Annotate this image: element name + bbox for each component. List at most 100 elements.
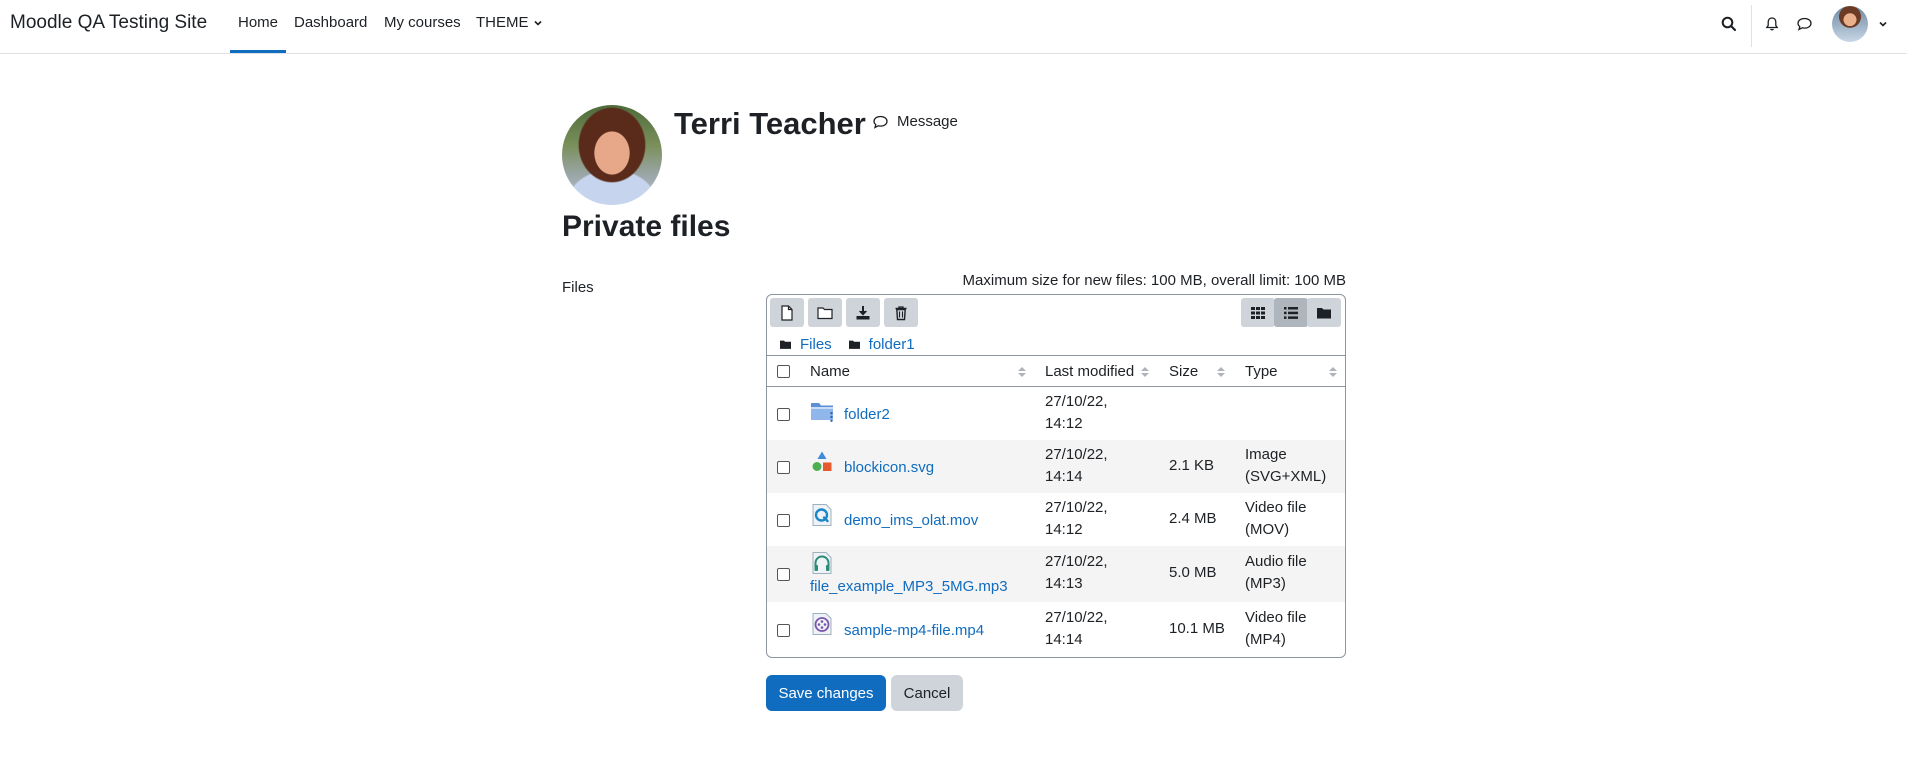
row-checkbox[interactable] [777,408,790,421]
cancel-button[interactable]: Cancel [891,675,963,711]
table-row[interactable]: folder2 27/10/22, 14:12 [767,387,1345,440]
column-size[interactable]: Size [1169,363,1198,380]
column-name[interactable]: Name [810,363,850,380]
column-type[interactable]: Type [1245,363,1278,380]
file-type: Video file (MP4) [1245,607,1306,651]
nav-theme-label: THEME [476,14,529,31]
row-checkbox[interactable] [777,461,790,474]
table-row[interactable]: blockicon.svg 27/10/22, 14:14 2.1 KB Ima… [767,440,1345,493]
view-icons-button[interactable] [1241,298,1275,327]
file-type-line2: (MP3) [1245,575,1286,592]
bell-icon[interactable] [1762,14,1782,34]
modified-time: 14:12 [1045,415,1083,432]
headphones-icon [812,552,832,574]
navbar: Moodle QA Testing Site Home Dashboard My… [0,0,1907,54]
folder-icon [848,340,860,349]
modified-date: 27/10/22, [1045,553,1108,570]
nav-home[interactable]: Home [238,14,278,31]
user-avatar[interactable] [1832,6,1868,42]
file-type-line2: (MP4) [1245,631,1286,648]
create-folder-button[interactable] [808,298,842,327]
modified-time: 14:14 [1045,468,1083,485]
view-list-button[interactable] [1274,298,1308,327]
row-checkbox[interactable] [777,624,790,637]
chat-icon [873,115,888,129]
chevron-down-icon[interactable] [1873,14,1893,34]
folder-icon [780,340,791,349]
message-button[interactable]: Message [872,113,958,130]
max-size-info: Maximum size for new files: 100 MB, over… [962,272,1346,289]
quicktime-icon [812,504,832,526]
folder-icon [811,403,833,422]
modified-date: 27/10/22, [1045,499,1108,516]
modified-date: 27/10/22, [1045,393,1108,410]
nav-divider [1751,5,1752,47]
delete-icon [895,305,907,320]
modified-time: 14:14 [1045,631,1083,648]
file-type: Video file (MOV) [1245,497,1306,541]
last-modified: 27/10/22, 14:14 [1045,444,1108,488]
breadcrumb-folder1[interactable]: folder1 [869,336,915,353]
view-tree-button[interactable] [1307,298,1341,327]
file-type: Audio file (MP3) [1245,551,1307,595]
column-last-modified[interactable]: Last modified [1045,363,1134,380]
last-modified: 27/10/22, 14:12 [1045,497,1108,541]
message-label: Message [897,113,958,130]
page-title: Private files [562,210,731,243]
sort-icon[interactable] [1329,367,1337,379]
create-folder-icon [817,306,833,319]
sort-icon[interactable] [1141,367,1149,379]
file-name-link[interactable]: folder2 [844,404,890,426]
file-name-link[interactable]: sample-mp4-file.mp4 [844,620,984,642]
file-type: Image (SVG+XML) [1245,444,1326,488]
tree-view-icon [1317,307,1331,318]
chevron-down-icon [533,20,542,26]
last-modified: 27/10/22, 14:14 [1045,607,1108,651]
last-modified: 27/10/22, 14:13 [1045,551,1108,595]
select-all-checkbox[interactable] [777,365,790,378]
profile-name: Terri Teacher [674,106,866,141]
image-shapes-icon [812,451,832,471]
sort-icon[interactable] [1018,367,1026,379]
nav-theme-dropdown[interactable]: THEME [476,14,543,31]
file-size: 2.1 KB [1169,457,1215,474]
file-size: 5.0 MB [1169,564,1217,581]
row-checkbox[interactable] [777,568,790,581]
list-view-icon [1284,306,1298,319]
search-icon[interactable] [1719,14,1739,34]
video-reel-icon [812,613,832,635]
file-type-line2: (SVG+XML) [1245,468,1327,485]
file-type-line1: Video file [1245,499,1307,516]
nav-dashboard[interactable]: Dashboard [294,14,367,31]
table-row[interactable]: file_example_MP3_5MG.mp3 27/10/22, 14:13… [767,546,1345,602]
file-type-line1: Audio file [1245,553,1307,570]
row-checkbox[interactable] [777,514,790,527]
profile-avatar [562,105,662,205]
add-file-icon [781,304,793,321]
breadcrumb-files[interactable]: Files [800,336,832,353]
file-type-line2: (MOV) [1245,521,1290,538]
delete-button[interactable] [884,298,918,327]
modified-time: 14:13 [1045,575,1083,592]
file-manager: Files folder1 Name Last modified Size Ty… [766,294,1346,658]
last-modified: 27/10/22, 14:12 [1045,391,1108,435]
chat-icon[interactable] [1794,14,1814,34]
file-name-link[interactable]: file_example_MP3_5MG.mp3 [810,576,1008,598]
file-name-link[interactable]: demo_ims_olat.mov [844,510,978,532]
add-file-button[interactable] [770,298,804,327]
file-type-line1: Video file [1245,609,1307,626]
breadcrumb: Files folder1 [779,333,915,355]
nav-active-indicator [230,50,286,53]
modified-date: 27/10/22, [1045,609,1108,626]
table-row[interactable]: sample-mp4-file.mp4 27/10/22, 14:14 10.1… [767,602,1345,657]
site-brand[interactable]: Moodle QA Testing Site [10,12,207,34]
modified-date: 27/10/22, [1045,446,1108,463]
save-changes-button[interactable]: Save changes [766,675,886,711]
sort-icon[interactable] [1217,367,1225,379]
file-table-header: Name Last modified Size Type [767,355,1345,387]
files-field-label: Files [562,279,594,296]
nav-my-courses[interactable]: My courses [384,14,461,31]
download-button[interactable] [846,298,880,327]
file-name-link[interactable]: blockicon.svg [844,457,934,479]
table-row[interactable]: demo_ims_olat.mov 27/10/22, 14:12 2.4 MB… [767,493,1345,546]
